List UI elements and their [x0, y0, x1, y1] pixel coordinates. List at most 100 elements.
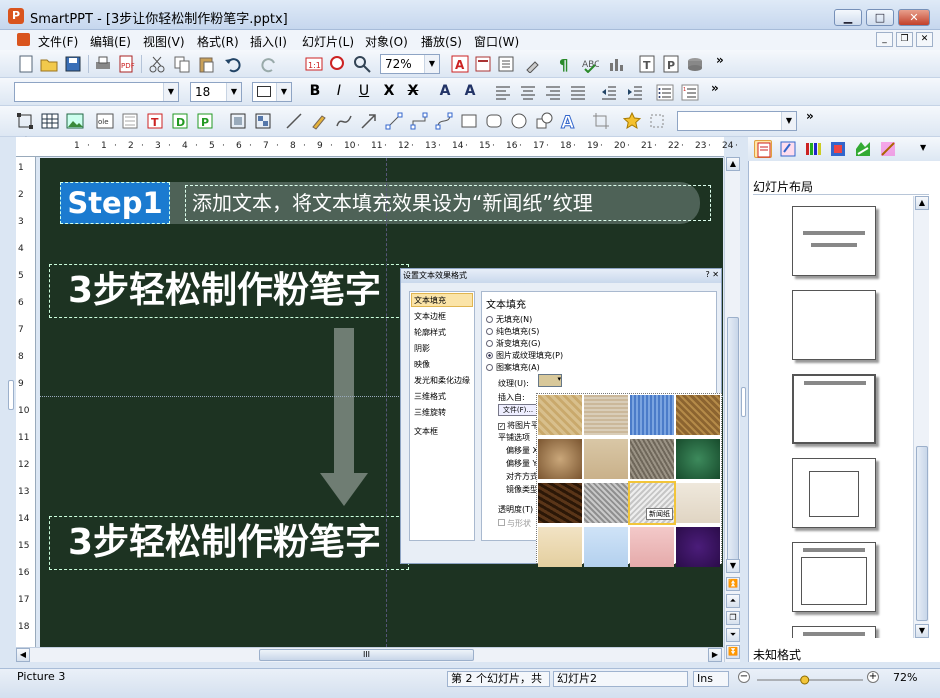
- down-arrow-shape[interactable]: [320, 328, 368, 506]
- close-button[interactable]: ✕: [898, 9, 930, 26]
- texture-swatch[interactable]: [630, 527, 674, 567]
- star-icon[interactable]: [622, 111, 642, 130]
- texture-swatch[interactable]: [584, 483, 628, 523]
- shadow-icon[interactable]: X: [380, 83, 398, 101]
- zoom-slider[interactable]: [755, 674, 865, 686]
- paste-icon[interactable]: [197, 55, 215, 73]
- open-folder-icon[interactable]: [40, 55, 58, 73]
- magnifier-icon[interactable]: [353, 55, 371, 73]
- zoom-region-icon[interactable]: [329, 55, 347, 73]
- ole-object-icon[interactable]: ole: [96, 112, 114, 130]
- zoom-select[interactable]: 72% ▼: [380, 54, 440, 74]
- copy-icon[interactable]: [173, 55, 191, 73]
- toolbar-overflow-icon[interactable]: »: [711, 81, 719, 95]
- menu-window[interactable]: 窗口(W): [474, 33, 519, 50]
- texture-swatch[interactable]: [538, 395, 582, 435]
- menu-play[interactable]: 播放(S): [421, 33, 462, 50]
- scroll-left-icon[interactable]: ◀: [16, 648, 30, 662]
- decrease-font-icon[interactable]: A: [461, 83, 479, 101]
- increase-indent-icon[interactable]: [626, 83, 644, 101]
- horizontal-ruler[interactable]: 1 · 1 · 2 · 3 · 4 · 5 · 6 · 7 · 8 · 9 · 10 · 11 · 12 · 13 · 14 · 15 · 16…: [16, 137, 765, 157]
- texture-swatch[interactable]: [584, 395, 628, 435]
- database-icon[interactable]: [686, 55, 704, 73]
- save-icon[interactable]: [64, 55, 82, 73]
- ellipse-tool-icon[interactable]: [510, 112, 528, 130]
- mdi-restore-button[interactable]: ❐: [896, 32, 913, 47]
- layout-title-only[interactable]: [792, 374, 876, 444]
- texture-swatch[interactable]: [584, 527, 628, 567]
- step-label[interactable]: Step1: [60, 182, 170, 224]
- mdi-close-button[interactable]: ✕: [916, 32, 933, 47]
- minimize-button[interactable]: ▁: [834, 9, 862, 26]
- decrease-indent-icon[interactable]: [600, 83, 618, 101]
- format-painter-icon[interactable]: [524, 55, 542, 74]
- slide-layout-icon[interactable]: [754, 140, 772, 158]
- heading-top[interactable]: 3步轻松制作粉笔字: [49, 264, 409, 318]
- texture-swatch[interactable]: [538, 483, 582, 523]
- previous-slide-icon[interactable]: ⏶: [726, 594, 740, 608]
- bold-icon[interactable]: B: [306, 83, 324, 101]
- connector-tool-icon[interactable]: [385, 112, 403, 130]
- spell-check-icon[interactable]: ABC: [581, 55, 600, 74]
- panel-scroll-thumb[interactable]: [916, 446, 928, 621]
- bullet-list-icon[interactable]: [656, 83, 674, 101]
- texture-swatch[interactable]: [630, 395, 674, 435]
- shapes-tool-icon[interactable]: [535, 112, 553, 130]
- italic-icon[interactable]: I: [330, 83, 348, 101]
- text-color-icon[interactable]: A: [451, 55, 469, 73]
- font-size-select[interactable]: 18 ▼: [190, 82, 242, 102]
- picture-icon[interactable]: [66, 112, 84, 130]
- paragraph-mark-icon[interactable]: ¶: [556, 55, 574, 74]
- align-center-icon[interactable]: [519, 83, 537, 101]
- strikethrough-icon[interactable]: X: [404, 83, 422, 101]
- texture-swatch[interactable]: [676, 439, 720, 479]
- menu-view[interactable]: 视图(V): [143, 33, 185, 50]
- layout-two-content[interactable]: [792, 626, 876, 638]
- menu-insert[interactable]: 插入(I): [250, 33, 287, 50]
- first-slide-icon[interactable]: ⏫: [726, 577, 740, 591]
- color-scheme-icon[interactable]: [804, 140, 822, 158]
- align-left-icon[interactable]: [494, 83, 512, 101]
- template-p-icon[interactable]: P: [662, 55, 680, 73]
- chart-icon[interactable]: [607, 55, 625, 73]
- scroll-right-icon[interactable]: ▶: [708, 648, 722, 662]
- scroll-thumb[interactable]: [727, 317, 739, 567]
- scroll-down-icon[interactable]: ▼: [915, 624, 929, 638]
- slide-design-icon[interactable]: [779, 140, 797, 158]
- next-slide-icon[interactable]: ⏷: [726, 628, 740, 642]
- pdf-icon[interactable]: PDF: [117, 55, 135, 73]
- menu-format[interactable]: 格式(R): [197, 33, 239, 50]
- menu-object[interactable]: 对象(O): [365, 33, 408, 50]
- texture-swatch[interactable]: [676, 483, 720, 523]
- align-right-icon[interactable]: [544, 83, 562, 101]
- scroll-up-icon[interactable]: ▲: [726, 157, 740, 171]
- panel-scrollbar[interactable]: ▲ ▼: [913, 196, 929, 638]
- line-tool-icon[interactable]: [285, 112, 303, 130]
- texture-gallery[interactable]: [536, 393, 722, 567]
- select-frame-icon[interactable]: [16, 112, 34, 130]
- h-scroll-thumb[interactable]: III: [259, 649, 474, 661]
- scroll-up-icon[interactable]: ▲: [915, 196, 929, 210]
- curved-connector-icon[interactable]: [435, 112, 453, 130]
- panel-splitter[interactable]: [740, 137, 748, 662]
- new-file-icon[interactable]: [17, 55, 35, 73]
- arrow-tool-icon[interactable]: [360, 112, 378, 130]
- texture-swatch[interactable]: [538, 527, 582, 567]
- zoom-out-icon[interactable]: −: [738, 671, 750, 683]
- new-window-icon[interactable]: ❐: [726, 611, 740, 625]
- texture-swatch[interactable]: [676, 395, 720, 435]
- layout-centered-text[interactable]: [792, 458, 876, 528]
- last-slide-icon[interactable]: ⏬: [726, 645, 740, 659]
- ungroup-icon[interactable]: [254, 112, 272, 130]
- mdi-minimize-button[interactable]: _: [876, 32, 893, 47]
- curve-tool-icon[interactable]: [335, 112, 353, 130]
- template-t-icon[interactable]: T: [638, 55, 656, 73]
- texture-swatch[interactable]: [630, 439, 674, 479]
- panel-menu-dropdown-icon[interactable]: ▼: [920, 143, 926, 152]
- layout-blank[interactable]: [792, 290, 876, 360]
- transform-icon[interactable]: [648, 112, 666, 130]
- pencil-tool-icon[interactable]: [310, 112, 328, 130]
- crop-icon[interactable]: [592, 112, 610, 130]
- print-icon[interactable]: [94, 55, 112, 73]
- layout-title-slide[interactable]: [792, 206, 876, 276]
